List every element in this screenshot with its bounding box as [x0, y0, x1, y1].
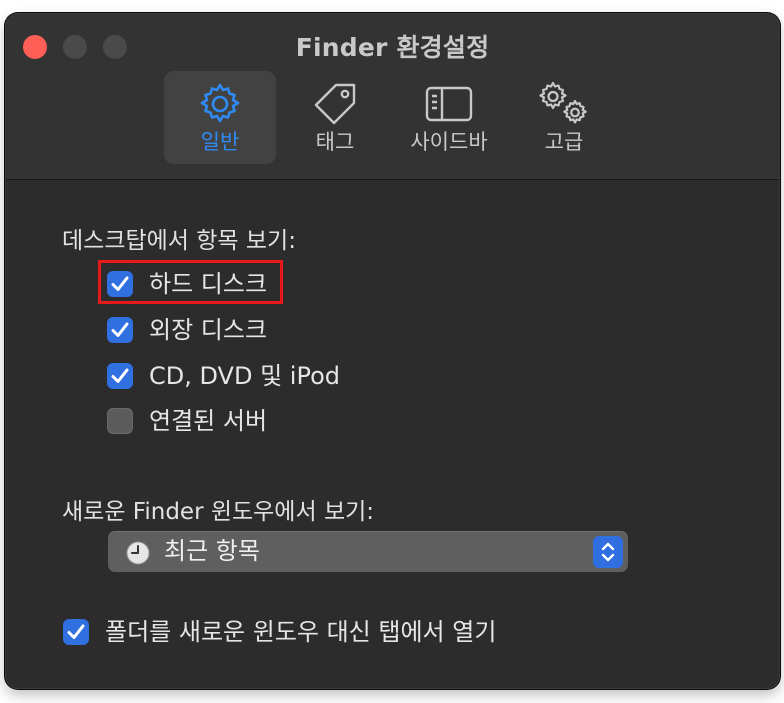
tab-advanced-label: 고급 — [544, 130, 584, 154]
checkmark-icon — [67, 624, 85, 639]
new-window-section-heading: 새로운 Finder 윈도우에서 보기: — [62, 499, 375, 525]
desktop-section-heading: 데스크탑에서 항목 보기: — [62, 228, 296, 254]
external-disks-checkbox[interactable] — [107, 317, 133, 343]
titlebar: Finder 환경설정 일반 태그 사이드바 고급 — [6, 14, 779, 180]
tab-advanced[interactable]: 고급 — [508, 71, 620, 164]
tab-general[interactable]: 일반 — [164, 71, 276, 164]
connected-servers-checkbox[interactable] — [107, 408, 133, 434]
clock-icon — [126, 541, 150, 565]
open-in-tabs-label: 폴더를 새로운 윈도우 대신 탭에서 열기 — [105, 618, 497, 646]
sidebar-icon — [425, 86, 473, 122]
new-window-popup[interactable]: 최근 항목 — [108, 531, 628, 572]
cd-dvd-ipod-checkbox[interactable] — [107, 363, 133, 389]
external-disks-label: 외장 디스크 — [149, 316, 268, 344]
finder-preferences-window: Finder 환경설정 일반 태그 사이드바 고급 데스크탑에서 항목 보기: … — [5, 13, 780, 689]
connected-servers-label: 연결된 서버 — [149, 407, 268, 435]
cd-dvd-ipod-label: CD, DVD 및 iPod — [149, 362, 340, 390]
tab-general-label: 일반 — [200, 130, 240, 154]
tag-icon — [314, 83, 356, 125]
window-title: Finder 환경설정 — [295, 33, 490, 62]
popup-stepper[interactable] — [593, 536, 623, 568]
checkmark-icon — [111, 368, 129, 383]
tab-sidebar[interactable]: 사이드바 — [393, 71, 505, 164]
checkmark-icon — [111, 322, 129, 337]
gears-icon — [539, 81, 587, 124]
new-window-popup-value: 최근 항목 — [164, 537, 260, 565]
chevron-up-down-icon — [601, 542, 615, 562]
highlight-box — [98, 260, 283, 304]
tab-tags[interactable]: 태그 — [279, 71, 391, 164]
tab-sidebar-label: 사이드바 — [410, 130, 488, 154]
gear-icon — [200, 83, 240, 123]
open-in-tabs-checkbox[interactable] — [63, 619, 89, 645]
tab-tags-label: 태그 — [315, 130, 355, 154]
